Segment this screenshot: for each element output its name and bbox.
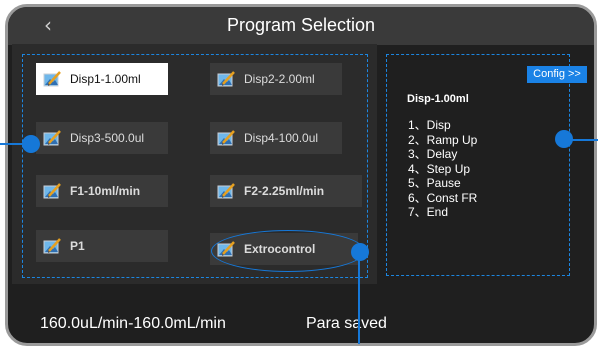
- program-button-disp3[interactable]: Disp3-500.0ul: [36, 122, 168, 154]
- callout-dot-bottom: [351, 243, 369, 261]
- flow-range-status: 160.0uL/min-160.0mL/min: [40, 315, 226, 332]
- edit-picture-icon: [216, 181, 236, 201]
- list-item: 3、Delay: [408, 147, 458, 161]
- callout-line-right: [572, 139, 598, 141]
- callout-line-bottom: [358, 256, 360, 344]
- program-button-p1[interactable]: P1: [36, 230, 168, 262]
- callout-dot-right: [555, 130, 573, 148]
- program-label: P1: [70, 239, 85, 253]
- program-label: F2-2.25ml/min: [244, 184, 325, 198]
- page-title: Program Selection: [226, 15, 376, 35]
- list-item: 7、End: [408, 205, 449, 219]
- program-label: Disp3-500.0ul: [70, 131, 145, 145]
- list-item: 6、Const FR: [408, 190, 478, 205]
- config-button[interactable]: Config >>: [527, 66, 587, 83]
- edit-picture-icon: [42, 181, 62, 201]
- list-item: 4、Step Up: [408, 161, 471, 176]
- program-step-list: 1、Disp 2、Ramp Up 3、Delay 4、Step Up 5、Pau…: [408, 118, 477, 220]
- edit-picture-icon: [216, 69, 236, 89]
- title-bar: ‹ Program Selection: [8, 7, 594, 45]
- program-label: Disp4-100.0ul: [244, 131, 319, 145]
- program-button-f2[interactable]: F2-2.25ml/min: [210, 175, 362, 207]
- program-button-disp1[interactable]: Disp1-1.00ml: [36, 63, 168, 95]
- extrocontrol-highlight-ellipse: [211, 230, 365, 272]
- program-label: F1-10ml/min: [70, 184, 141, 198]
- list-item: 1、Disp: [408, 118, 451, 132]
- program-label: Disp1-1.00ml: [70, 72, 141, 86]
- program-detail-title: Disp-1.00ml: [407, 93, 469, 105]
- edit-picture-icon: [42, 128, 62, 148]
- list-item: 2、Ramp Up: [408, 132, 478, 147]
- program-button-disp4[interactable]: Disp4-100.0ul: [210, 122, 342, 154]
- edit-picture-icon: [216, 128, 236, 148]
- program-button-disp2[interactable]: Disp2-2.00ml: [210, 63, 342, 95]
- list-item: 5、Pause: [408, 176, 461, 190]
- program-label: Disp2-2.00ml: [244, 72, 315, 86]
- program-button-f1[interactable]: F1-10ml/min: [36, 175, 168, 207]
- edit-picture-icon: [42, 236, 62, 256]
- callout-dot-left: [22, 135, 40, 153]
- edit-picture-icon: [42, 69, 62, 89]
- save-status: Para saved: [306, 315, 387, 332]
